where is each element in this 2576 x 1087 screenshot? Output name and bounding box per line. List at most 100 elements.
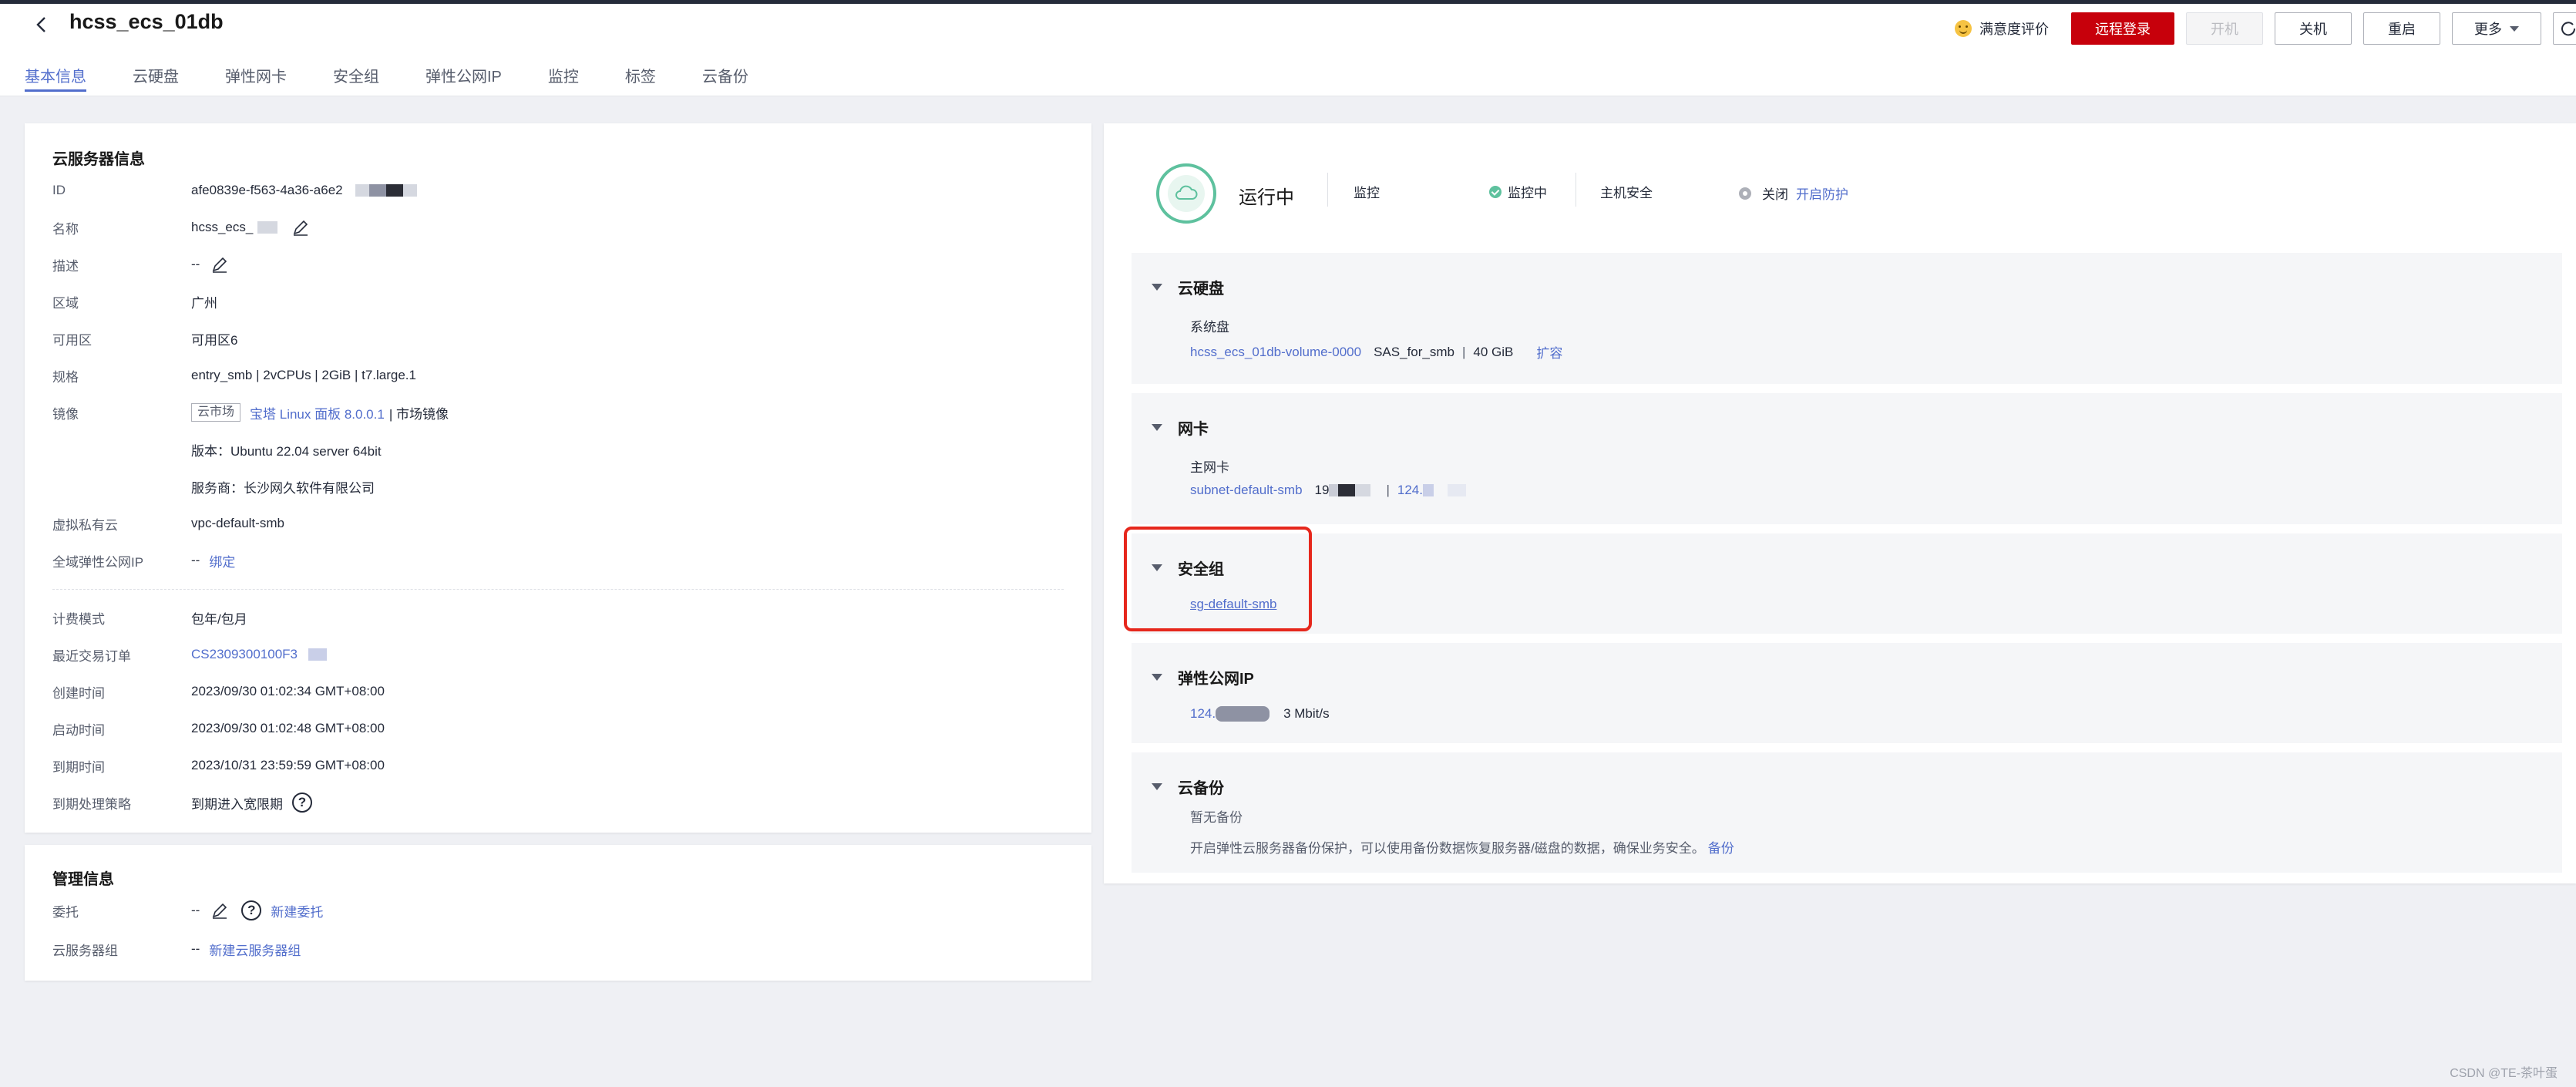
remote-login-button[interactable]: 远程登录 xyxy=(2071,12,2174,45)
row-id: ID afe0839e-f563-4a36-a6e2 xyxy=(52,180,417,200)
edit-icon[interactable] xyxy=(210,255,229,274)
row-region: 区域 广州 xyxy=(52,291,217,311)
eip-address-link[interactable]: 124. xyxy=(1190,706,1216,722)
tab-security-groups[interactable]: 安全组 xyxy=(333,59,379,96)
backup-section-title: 云备份 xyxy=(1152,776,1224,798)
eip-link[interactable]: 124. xyxy=(1397,483,1423,498)
backup-title: 云备份 xyxy=(1178,780,1224,797)
desc-value: -- xyxy=(191,257,200,271)
collapse-icon[interactable] xyxy=(1152,284,1162,291)
edit-icon[interactable] xyxy=(210,901,229,920)
order-label: 最近交易订单 xyxy=(52,648,131,664)
created-value: 2023/09/30 01:02:34 GMT+08:00 xyxy=(191,684,385,698)
started-value: 2023/09/30 01:02:48 GMT+08:00 xyxy=(191,721,385,735)
row-image-version: 版本：Ubuntu 22.04 server 64bit xyxy=(191,439,382,459)
watermark: CSDN @TE-茶叶蛋 xyxy=(2450,1067,2558,1080)
redaction xyxy=(355,184,369,197)
running-status-icon xyxy=(1156,163,1216,224)
redaction xyxy=(385,184,403,197)
row-expiry-policy: 到期处理策略 到期进入宽限期 ? xyxy=(52,793,312,813)
off-status-icon xyxy=(1739,187,1751,200)
tab-disks[interactable]: 云硬盘 xyxy=(133,59,179,96)
tab-basic-info[interactable]: 基本信息 xyxy=(25,59,86,96)
row-created: 创建时间 2023/09/30 01:02:34 GMT+08:00 xyxy=(52,681,385,702)
tab-tags[interactable]: 标签 xyxy=(625,59,656,96)
expiry-policy-label: 到期处理策略 xyxy=(52,796,131,812)
start-button[interactable]: 开机 xyxy=(2186,12,2263,45)
help-icon[interactable]: ? xyxy=(292,793,312,813)
nic-section-title: 网卡 xyxy=(1152,416,1209,439)
more-button[interactable]: 更多 xyxy=(2452,12,2541,45)
eip-section-title: 弹性公网IP xyxy=(1152,666,1254,688)
subnet-link[interactable]: subnet-default-smb xyxy=(1190,483,1303,498)
help-icon[interactable]: ? xyxy=(241,900,262,920)
vpc-link[interactable]: vpc-default-smb xyxy=(191,516,284,531)
status-text: 运行中 xyxy=(1239,187,1294,208)
row-spec: 规格 entry_smb | 2vCPUs | 2GiB | t7.large.… xyxy=(52,365,416,385)
tab-monitoring[interactable]: 监控 xyxy=(548,59,579,96)
backup-link[interactable]: 备份 xyxy=(1708,837,1734,856)
row-agency: 委托 -- ? 新建委托 xyxy=(52,900,323,920)
az-value: 可用区6 xyxy=(191,332,238,348)
expand-link[interactable]: 扩容 xyxy=(1536,342,1562,362)
edit-icon[interactable] xyxy=(291,218,310,237)
server-group-label: 云服务器组 xyxy=(52,943,118,958)
id-label: ID xyxy=(52,183,66,197)
collapse-icon[interactable] xyxy=(1152,424,1162,431)
tab-bar: 基本信息 云硬盘 弹性网卡 安全组 弹性公网IP 监控 标签 云备份 xyxy=(25,59,795,96)
expires-value: 2023/10/31 23:59:59 GMT+08:00 xyxy=(191,758,385,772)
no-backup-text: 暂无备份 xyxy=(1190,810,1243,825)
smile-icon xyxy=(1955,20,1972,37)
restart-button[interactable]: 重启 xyxy=(2363,12,2440,45)
refresh-button[interactable] xyxy=(2553,12,2576,45)
spec-value: entry_smb | 2vCPUs | 2GiB | t7.large.1 xyxy=(191,368,416,382)
collapse-icon[interactable] xyxy=(1152,674,1162,681)
back-icon[interactable] xyxy=(29,12,55,38)
billing-value: 包年/包月 xyxy=(191,611,247,627)
shutdown-button[interactable]: 关机 xyxy=(2275,12,2352,45)
nic-section: 网卡 主网卡 subnet-default-smb 19 | 124. xyxy=(1132,393,2562,524)
row-az: 可用区 可用区6 xyxy=(52,328,237,348)
order-link[interactable]: CS2309300100F3 xyxy=(191,647,298,662)
header-actions: 满意度评价 远程登录 开机 关机 重启 更多 xyxy=(1955,12,2576,45)
image-suffix: | 市场镜像 xyxy=(388,406,449,422)
collapse-icon[interactable] xyxy=(1152,783,1162,790)
redaction xyxy=(402,184,417,197)
new-server-group-link[interactable]: 新建云服务器组 xyxy=(209,940,301,959)
separator: | xyxy=(1461,344,1466,359)
image-link[interactable]: 宝塔 Linux 面板 8.0.0.1 xyxy=(250,403,385,422)
backup-desc-line: 开启弹性云服务器备份保护，可以使用备份数据恢复服务器/磁盘的数据，确保业务安全。… xyxy=(1190,837,1734,856)
tab-eip[interactable]: 弹性公网IP xyxy=(425,59,502,96)
disk-size: 40 GiB xyxy=(1473,344,1514,359)
global-eip-label: 全域弹性公网IP xyxy=(52,554,144,570)
region-value: 广州 xyxy=(191,295,217,311)
new-agency-link[interactable]: 新建委托 xyxy=(271,901,323,920)
tab-backup[interactable]: 云备份 xyxy=(702,59,748,96)
row-order: 最近交易订单 CS2309300100F3 xyxy=(52,644,328,665)
row-image: 镜像 云市场 宝塔 Linux 面板 8.0.0.1 | 市场镜像 xyxy=(52,402,449,422)
check-circle-icon xyxy=(1489,185,1502,198)
management-card: 管理信息 委托 -- ? 新建委托 云服务器组 -- 新建云服务器组 xyxy=(25,845,1091,981)
enable-protection-link[interactable]: 开启防护 xyxy=(1796,183,1848,203)
row-server-group: 云服务器组 -- 新建云服务器组 xyxy=(52,939,301,959)
marketplace-tag: 云市场 xyxy=(191,403,241,422)
volume-link[interactable]: hcss_ecs_01db-volume-0000 xyxy=(1190,345,1361,360)
bind-link[interactable]: 绑定 xyxy=(209,551,235,570)
redaction xyxy=(1355,484,1371,496)
private-ip-prefix: 19 xyxy=(1314,483,1330,497)
eip-section: 弹性公网IP 124. 3 Mbit/s xyxy=(1132,643,2562,743)
row-image-vendor: 服务商：长沙网久软件有限公司 xyxy=(191,476,375,496)
redaction xyxy=(1329,484,1339,496)
nic-title: 网卡 xyxy=(1178,421,1209,438)
id-value: afe0839e-f563-4a36-a6e2 xyxy=(191,183,343,197)
management-title: 管理信息 xyxy=(52,871,114,888)
row-name: 名称 hcss_ecs_ xyxy=(52,217,310,237)
row-global-eip: 全域弹性公网IP -- 绑定 xyxy=(52,550,235,570)
billing-label: 计费模式 xyxy=(52,611,105,627)
security-group-section: 安全组 sg-default-smb xyxy=(1132,533,2562,634)
disk-details: hcss_ecs_01db-volume-0000 SAS_for_smb | … xyxy=(1190,342,1562,362)
host-security-status: 关闭 开启防护 xyxy=(1739,183,1848,203)
overview-card: 运行中 监控 监控中 主机安全 关闭 开启防护 云硬盘 系统盘 hcss_ecs… xyxy=(1104,123,2576,883)
feedback-link[interactable]: 满意度评价 xyxy=(1955,19,2049,39)
tab-nics[interactable]: 弹性网卡 xyxy=(225,59,287,96)
